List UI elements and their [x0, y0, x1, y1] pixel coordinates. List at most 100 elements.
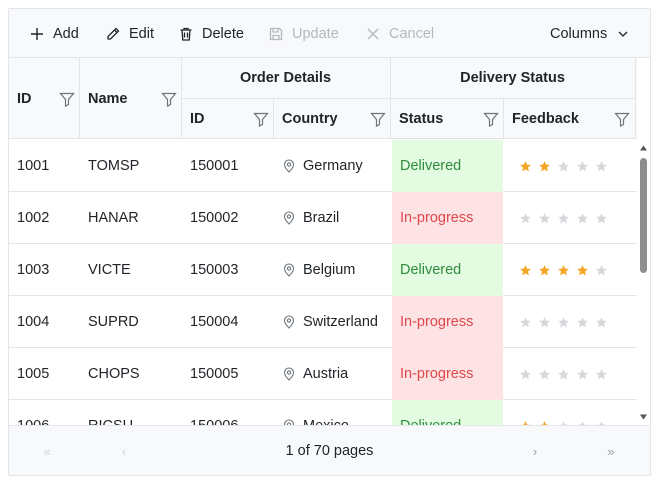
star-icon[interactable]	[557, 368, 570, 381]
table-row[interactable]: 1006 RICSU 150006 Mexico Delivered	[9, 400, 637, 425]
status-badge: Delivered	[392, 244, 503, 296]
previous-page-button[interactable]: ‹	[112, 426, 136, 475]
country-label: Mexico	[303, 418, 349, 425]
grid-body: 1001 TOMSP 150001 Germany Delivered 1002 HANAR…	[9, 140, 637, 425]
country-label: Brazil	[303, 210, 340, 226]
star-icon[interactable]	[595, 160, 608, 173]
star-icon[interactable]	[595, 316, 608, 329]
cell-id: 1006	[17, 400, 49, 425]
cell-country: Brazil	[283, 192, 339, 244]
rating-stars[interactable]	[519, 348, 614, 400]
star-icon[interactable]	[538, 264, 551, 277]
grid-toolbar: Add Edit Delete Update Cancel Columns	[9, 9, 650, 58]
rating-stars[interactable]	[519, 400, 614, 425]
table-row[interactable]: 1001 TOMSP 150001 Germany Delivered	[9, 140, 637, 192]
star-icon[interactable]	[576, 316, 589, 329]
filter-icon[interactable]	[483, 111, 499, 127]
rating-stars[interactable]	[519, 244, 614, 296]
location-pin-icon	[283, 159, 295, 173]
add-button[interactable]: Add	[29, 9, 79, 58]
save-icon	[269, 27, 283, 40]
delete-button[interactable]: Delete	[178, 9, 244, 58]
location-pin-icon	[283, 263, 295, 277]
cell-order-id: 150003	[190, 262, 239, 278]
status-badge: Delivered	[392, 140, 503, 192]
cell-id: 1002	[17, 210, 50, 226]
star-icon[interactable]	[576, 368, 589, 381]
status-badge: In-progress	[392, 192, 503, 244]
cell-order-id: 150002	[190, 210, 239, 226]
status-badge: Delivered	[392, 400, 503, 425]
filter-icon[interactable]	[59, 91, 75, 107]
edit-label: Edit	[129, 25, 154, 42]
rating-stars[interactable]	[519, 296, 614, 348]
grid-header: ID Name Order Details Delivery Status ID…	[9, 58, 637, 169]
first-page-button[interactable]: «	[35, 426, 59, 475]
star-icon[interactable]	[538, 368, 551, 381]
cell-name: TOMSP	[88, 158, 140, 174]
star-icon[interactable]	[519, 264, 532, 277]
star-icon[interactable]	[519, 212, 532, 225]
cell-name: RICSU	[88, 400, 133, 425]
country-label: Germany	[303, 158, 363, 174]
scrollbar-thumb[interactable]	[640, 158, 647, 273]
table-row[interactable]: 1002 HANAR 150002 Brazil In-progress	[9, 192, 637, 244]
edit-button[interactable]: Edit	[105, 9, 154, 58]
header-delivery-status: Delivery Status	[460, 70, 565, 86]
filter-icon[interactable]	[253, 111, 269, 127]
last-page-button[interactable]: »	[599, 426, 623, 475]
header-status[interactable]: Status	[399, 98, 443, 139]
columns-button[interactable]: Columns	[550, 9, 629, 58]
star-icon[interactable]	[538, 160, 551, 173]
star-icon[interactable]	[538, 212, 551, 225]
filter-icon[interactable]	[614, 111, 630, 127]
cancel-button[interactable]: Cancel	[365, 9, 434, 58]
country-label: Belgium	[303, 262, 356, 278]
scroll-down-icon[interactable]	[639, 413, 648, 421]
cell-name: SUPRD	[88, 314, 139, 330]
trash-icon	[180, 27, 192, 41]
scroll-up-icon[interactable]	[639, 144, 648, 152]
star-icon[interactable]	[519, 316, 532, 329]
table-row[interactable]: 1005 CHOPS 150005 Austria In-progress	[9, 348, 637, 400]
filter-icon[interactable]	[370, 111, 386, 127]
table-row[interactable]: 1003 VICTE 150003 Belgium Delivered	[9, 244, 637, 296]
country-label: Switzerland	[303, 314, 378, 330]
header-order-details: Order Details	[239, 70, 332, 86]
star-icon[interactable]	[595, 368, 608, 381]
rating-stars[interactable]	[519, 140, 614, 192]
location-pin-icon	[283, 367, 295, 381]
pager-info: 1 of 70 pages	[285, 443, 374, 459]
header-name[interactable]: Name	[88, 58, 128, 139]
status-badge: In-progress	[392, 296, 503, 348]
chevron-down-icon	[618, 31, 628, 37]
update-button[interactable]: Update	[268, 9, 339, 58]
header-country[interactable]: Country	[282, 98, 338, 139]
filter-icon[interactable]	[161, 91, 177, 107]
next-page-button[interactable]: ›	[523, 426, 547, 475]
star-icon[interactable]	[576, 212, 589, 225]
star-icon[interactable]	[519, 160, 532, 173]
delete-label: Delete	[202, 25, 244, 42]
star-icon[interactable]	[595, 212, 608, 225]
header-feedback[interactable]: Feedback	[512, 98, 579, 139]
header-order-id[interactable]: ID	[190, 98, 205, 139]
star-icon[interactable]	[519, 368, 532, 381]
star-icon[interactable]	[557, 316, 570, 329]
cell-id: 1001	[17, 158, 50, 174]
vertical-scrollbar[interactable]	[637, 140, 650, 425]
country-label: Austria	[303, 366, 349, 382]
data-grid: Add Edit Delete Update Cancel Columns ID…	[8, 8, 651, 476]
table-row[interactable]: 1004 SUPRD 150004 Switzerland In-progress	[9, 296, 637, 348]
star-icon[interactable]	[557, 212, 570, 225]
cell-country: Switzerland	[283, 296, 378, 348]
pencil-icon	[107, 27, 120, 40]
star-icon[interactable]	[595, 264, 608, 277]
star-icon[interactable]	[576, 264, 589, 277]
rating-stars[interactable]	[519, 192, 614, 244]
star-icon[interactable]	[557, 264, 570, 277]
star-icon[interactable]	[538, 316, 551, 329]
header-id[interactable]: ID	[17, 58, 32, 139]
star-icon[interactable]	[576, 160, 589, 173]
star-icon[interactable]	[557, 160, 570, 173]
